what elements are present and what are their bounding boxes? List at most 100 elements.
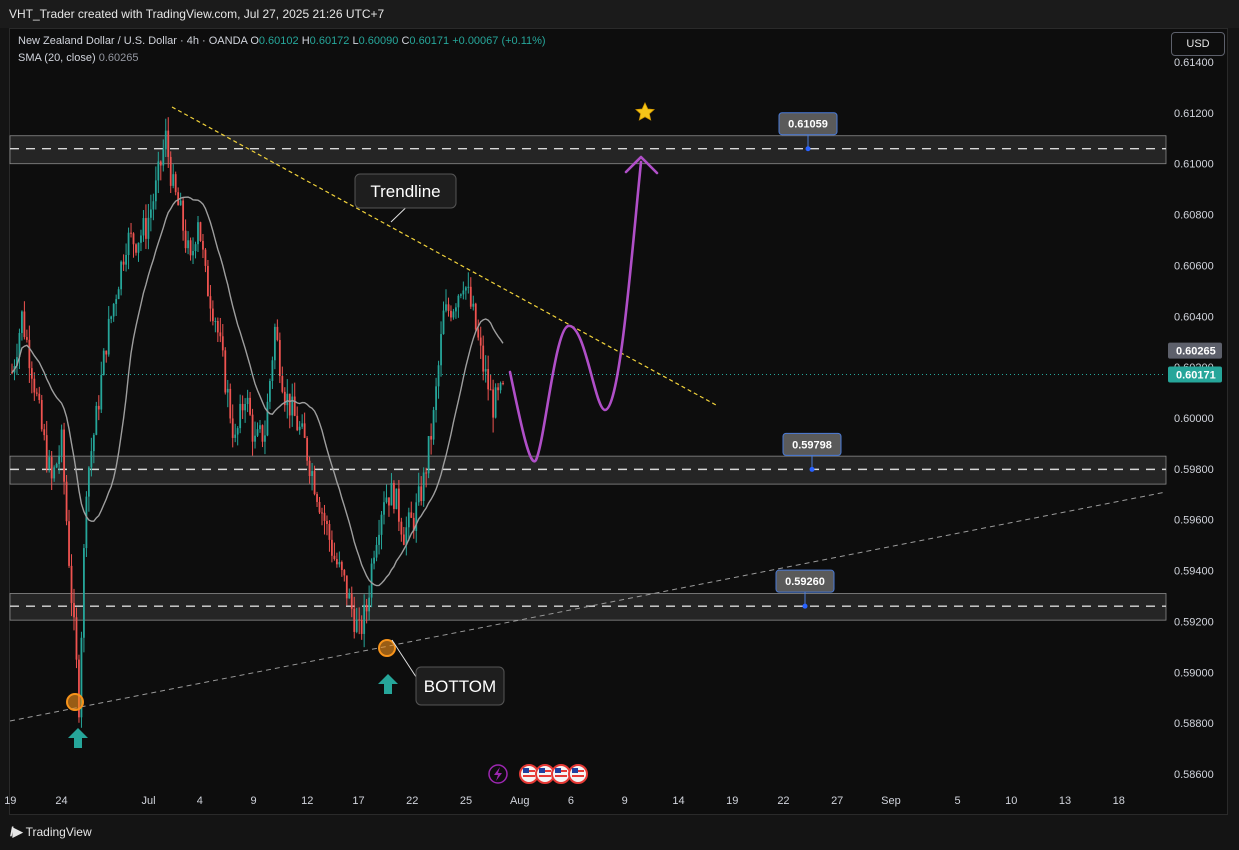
candle-body (432, 410, 435, 440)
candle-body (393, 483, 395, 509)
candle-body (63, 429, 65, 482)
target-star-icon (635, 102, 655, 121)
candle-body (246, 397, 249, 405)
candle-body (35, 392, 38, 394)
lightning-icon (494, 767, 502, 781)
x-tick-label: 10 (1005, 795, 1017, 807)
candle-body (321, 512, 323, 514)
x-tick-label: 4 (197, 795, 203, 807)
candle-body (50, 457, 53, 479)
candle-body (241, 403, 244, 411)
us-flag-event-icon (551, 764, 571, 784)
level-tag-text: 0.61059 (788, 119, 828, 131)
flag-stripe (555, 775, 567, 777)
y-tick-label: 0.60600 (1174, 260, 1214, 272)
candle-body (244, 404, 247, 411)
candle-body (68, 521, 70, 566)
candle-body (269, 380, 271, 402)
candle-body (291, 396, 294, 416)
x-tick-label: Aug (510, 795, 530, 807)
candle-body (147, 217, 150, 239)
candle-body (365, 604, 368, 612)
candle-body (293, 396, 296, 416)
bottom-marker (378, 639, 396, 657)
candle-body (380, 514, 383, 535)
candle-body (303, 423, 306, 438)
candle-body (479, 337, 482, 346)
candle-body (197, 222, 199, 245)
flag-stripe (572, 775, 584, 777)
candle-body (174, 174, 177, 193)
up-arrow-icon (378, 674, 398, 694)
candle-body (452, 311, 455, 318)
candle-body (58, 455, 61, 465)
candle-body (254, 435, 256, 442)
candle-body (333, 555, 336, 560)
candle-body (477, 329, 480, 338)
candle-body (23, 311, 26, 338)
candle-body (286, 393, 289, 406)
candle-body (48, 457, 51, 469)
candle-body (60, 429, 63, 456)
tradingview-brand: TradingView (25, 825, 92, 839)
x-tick-label: 13 (1059, 795, 1071, 807)
candle-body (154, 180, 157, 202)
indicator-legend[interactable]: SMA (20, close) 0.60265 (18, 52, 138, 64)
candle-body (202, 240, 204, 250)
candle-body (482, 345, 485, 372)
candle-body (489, 389, 492, 391)
y-tick-label: 0.59800 (1174, 464, 1214, 476)
trendline-label: Trendline (354, 173, 457, 223)
flag-canton (555, 768, 561, 773)
close-value: 0.60171 (409, 35, 450, 47)
candle-body (306, 437, 309, 461)
candle-body (145, 218, 147, 239)
candle-body (296, 415, 299, 431)
candle-body (236, 428, 239, 435)
candle-body (112, 303, 115, 317)
candle-body (214, 321, 217, 323)
candle-body (462, 290, 465, 295)
candle-body (301, 423, 304, 427)
up-arrow-icon (68, 728, 88, 748)
candle-body (430, 436, 433, 440)
candle-body (172, 174, 175, 186)
candle-body (53, 467, 56, 479)
candle-body (40, 400, 43, 430)
sma-label: SMA (20, close) (18, 52, 96, 64)
currency-button[interactable]: USD (1171, 32, 1225, 56)
candle-body (383, 502, 385, 515)
axis-price-tag-text: 0.60171 (1176, 370, 1216, 382)
bottom-marker (66, 693, 84, 711)
events-row (488, 764, 588, 784)
candle-body (43, 429, 46, 436)
candle-body (355, 619, 358, 632)
candle-body (360, 619, 363, 634)
level-tag-text: 0.59260 (785, 576, 825, 588)
flag-canton (539, 768, 545, 773)
candle-body (340, 562, 343, 570)
candle-body (273, 326, 276, 361)
candle-body (484, 368, 487, 372)
candle-body (204, 249, 207, 266)
candle-body (298, 426, 301, 431)
candle-body (492, 389, 495, 418)
candle-body (25, 337, 28, 340)
candle-body (261, 425, 264, 442)
candle-body (353, 608, 356, 632)
candle-body (142, 218, 145, 236)
symbol-legend[interactable]: New Zealand Dollar / U.S. Dollar · 4h · … (18, 35, 546, 47)
candle-body (125, 254, 127, 265)
candle-body (459, 294, 462, 296)
candle-body (316, 494, 318, 502)
candle-body (276, 326, 279, 340)
candle-body (425, 472, 428, 474)
y-tick-label: 0.58600 (1174, 769, 1214, 781)
price-chart[interactable]: Trendline BOTTOM 0.61059 0.59798 0.59260 0.61… (0, 0, 1239, 850)
x-axis: 19 24 Jul 4 9 12 17 22 25 Aug 6 9 14 19 22 27 Sep 5 10 13 18 (4, 795, 1125, 807)
candle-body (130, 232, 132, 234)
y-tick-label: 0.59600 (1174, 515, 1214, 527)
candle-body (455, 307, 457, 312)
candle-body (162, 149, 165, 166)
tradingview-logo[interactable]: /▶ TradingView (10, 824, 92, 840)
